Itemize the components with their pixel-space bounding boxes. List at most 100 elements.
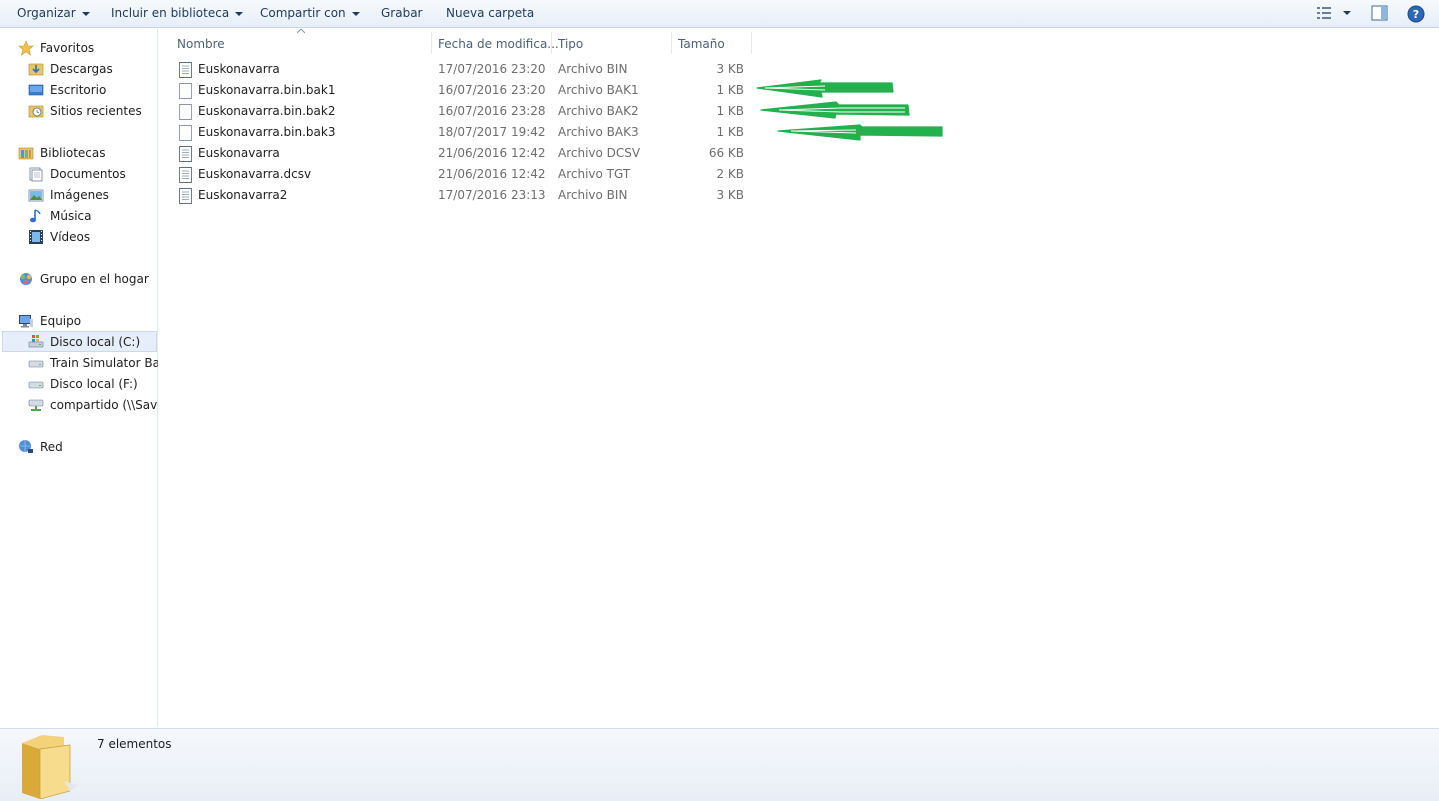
view-options-icon[interactable] [1316,5,1356,21]
sort-ascending-icon [297,29,305,34]
file-size: 1 KB [716,104,744,118]
nav-network[interactable]: Red [18,437,156,457]
nav-disk-c[interactable]: Disco local (C:) [2,331,157,352]
network-drive-icon [28,399,44,411]
file-name: Euskonavarra.bin.bak2 [198,104,336,118]
column-divider[interactable] [671,32,672,54]
file-size: 3 KB [716,62,744,76]
nav-recent-places[interactable]: Sitios recientes [28,101,156,121]
column-header-date[interactable]: Fecha de modifica... [438,32,559,56]
navigation-pane: Favoritos Descargas Escritorio Sitios re… [0,29,158,727]
annotation-arrow-icon [777,124,943,141]
file-date: 21/06/2016 12:42 [438,167,546,181]
nav-train-simulator[interactable]: Train Simulator Back [28,353,158,373]
nav-disk-f[interactable]: Disco local (F:) [28,374,156,394]
desktop-icon [28,84,44,96]
column-divider[interactable] [431,32,432,54]
nav-label: Música [50,209,92,223]
nav-downloads[interactable]: Descargas [28,59,156,79]
nav-desktop[interactable]: Escritorio [28,80,156,100]
star-icon [18,40,34,56]
chevron-down-icon [351,11,360,16]
item-count: 7 elementos [97,737,172,751]
nav-label: Favoritos [40,41,95,55]
lined-file-icon [179,188,192,204]
file-row[interactable]: Euskonavarra.bin.bak1 16/07/2016 23:20 Arc… [175,80,755,101]
chevron-down-icon [235,11,244,16]
nav-label: compartido (\\Savis- [50,398,158,412]
computer-icon [19,315,33,328]
nav-label: Imágenes [50,188,109,202]
nav-label: Disco local (C:) [50,335,141,349]
help-icon[interactable]: ? [1407,5,1425,23]
include-library-label: Incluir en biblioteca [111,6,230,20]
nav-label: Sitios recientes [50,104,142,118]
music-note-icon [30,209,41,223]
nav-label: Descargas [50,62,113,76]
nav-libraries[interactable]: Bibliotecas [18,143,156,163]
homegroup-icon [20,273,32,285]
file-name: Euskonavarra2 [198,188,288,202]
column-divider[interactable] [551,32,552,54]
blank-file-icon [179,83,192,99]
videos-film-icon [29,230,43,244]
share-with-button[interactable]: Compartir con [260,0,360,26]
file-list-pane: Nombre Fecha de modifica... Tipo Tamaño … [159,29,1439,727]
file-name: Euskonavarra.dcsv [198,167,312,181]
images-icon [28,189,44,202]
file-date: 16/07/2016 23:20 [438,83,546,97]
include-library-button[interactable]: Incluir en biblioteca [111,0,244,26]
documents-icon [29,167,43,182]
nav-images[interactable]: Imágenes [28,185,156,205]
nav-label: Grupo en el hogar [40,272,149,286]
file-type: Archivo BIN [558,62,628,76]
recent-places-icon [28,105,44,118]
preview-pane-icon[interactable] [1371,5,1389,21]
file-type: Archivo BAK3 [558,125,639,139]
blank-file-icon [179,125,192,141]
nav-videos[interactable]: Vídeos [28,227,156,247]
nav-shared-drive[interactable]: compartido (\\Savis- [28,395,158,415]
nav-label: Documentos [50,167,126,181]
file-row[interactable]: Euskonavarra2 17/07/2016 23:13 Archivo BIN… [175,185,755,206]
file-row[interactable]: Euskonavarra 21/06/2016 12:42 Archivo DCSV… [175,143,755,164]
file-type: Archivo BAK1 [558,83,639,97]
file-date: 18/07/2017 19:42 [438,125,546,139]
annotation-arrows [756,79,943,141]
drive-icon [28,360,44,368]
file-row[interactable]: Euskonavarra.bin.bak3 18/07/2017 19:42 Arc… [175,122,755,143]
nav-label: Escritorio [50,83,107,97]
nav-music[interactable]: Música [28,206,156,226]
file-row[interactable]: Euskonavarra.bin.bak2 16/07/2016 23:28 Arc… [175,101,755,122]
nav-label: Train Simulator Back [50,356,158,370]
column-divider[interactable] [751,32,752,54]
file-size: 1 KB [716,83,744,97]
svg-text:?: ? [1413,8,1419,21]
nav-label: Equipo [40,314,82,328]
nav-favorites[interactable]: Favoritos [18,38,156,58]
downloads-folder-icon [28,63,44,76]
folder-icon [22,735,78,799]
file-name: Euskonavarra [198,62,280,76]
chevron-down-icon [81,11,90,16]
organize-button[interactable]: Organizar [17,0,90,26]
burn-button[interactable]: Grabar [381,0,423,26]
file-type: Archivo BIN [558,188,628,202]
nav-documents[interactable]: Documentos [28,164,156,184]
column-header-type[interactable]: Tipo [558,32,583,56]
file-row[interactable]: Euskonavarra.dcsv 21/06/2016 12:42 Archivo… [175,164,755,185]
column-header-name[interactable]: Nombre [177,32,225,56]
file-size: 2 KB [716,167,744,181]
nav-homegroup[interactable]: Grupo en el hogar [18,269,156,289]
nav-computer[interactable]: Equipo [18,311,156,331]
file-date: 16/07/2016 23:28 [438,104,546,118]
column-header-size[interactable]: Tamaño [678,32,725,56]
file-name: Euskonavarra.bin.bak1 [198,83,336,97]
lined-file-icon [179,167,192,183]
file-row[interactable]: Euskonavarra 17/07/2016 23:20 Archivo BIN 3… [175,59,755,80]
drive-icon [28,381,44,389]
new-folder-button[interactable]: Nueva carpeta [446,0,534,26]
command-bar: Organizar Incluir en biblioteca Comparti… [0,0,1439,28]
nav-label: Disco local (F:) [50,377,138,391]
file-name: Euskonavarra [198,146,280,160]
